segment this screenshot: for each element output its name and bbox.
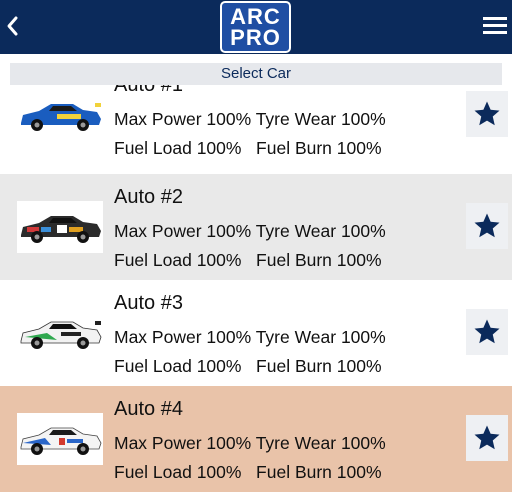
app-header: ARC PRO xyxy=(0,0,512,54)
race-car-icon xyxy=(20,427,102,455)
race-car-icon xyxy=(21,216,101,243)
car-thumbnail xyxy=(17,89,103,141)
star-icon xyxy=(474,213,500,238)
car-name: Auto #2 xyxy=(114,186,183,208)
logo-text-bottom: PRO xyxy=(230,25,281,50)
favorite-button[interactable] xyxy=(466,91,508,137)
car-stats-power-tyre: Max Power 100% Tyre Wear 100% xyxy=(114,109,386,129)
car-stats-power-tyre: Max Power 100% Tyre Wear 100% xyxy=(114,221,386,241)
favorite-button[interactable] xyxy=(466,309,508,355)
car-thumbnail xyxy=(17,307,103,359)
car-stats-fuel: Fuel Load 100% Fuel Burn 100% xyxy=(114,250,382,270)
car-stats-fuel: Fuel Load 100% Fuel Burn 100% xyxy=(114,138,382,158)
car-thumbnail xyxy=(17,201,103,253)
star-icon xyxy=(474,101,500,126)
menu-button[interactable] xyxy=(483,15,507,37)
logo-text-top: ARC xyxy=(230,4,281,29)
car-row-4[interactable]: Auto #4 Max Power 100% Tyre Wear 100% Fu… xyxy=(0,386,512,492)
back-button[interactable] xyxy=(2,12,22,40)
car-name: Auto #4 xyxy=(114,398,183,420)
chevron-left-icon xyxy=(7,16,18,36)
favorite-button[interactable] xyxy=(466,203,508,249)
car-stats-power-tyre: Max Power 100% Tyre Wear 100% xyxy=(114,327,386,347)
car-list[interactable]: Auto #1 Max Power 100% Tyre Wear 100% Fu… xyxy=(0,68,512,492)
car-row-3[interactable]: Auto #3 Max Power 100% Tyre Wear 100% Fu… xyxy=(0,280,512,386)
car-thumbnail xyxy=(17,413,103,465)
car-row-2[interactable]: Auto #2 Max Power 100% Tyre Wear 100% Fu… xyxy=(0,174,512,280)
favorite-button[interactable] xyxy=(466,415,508,461)
car-stats-power-tyre: Max Power 100% Tyre Wear 100% xyxy=(114,433,386,453)
star-icon xyxy=(474,319,500,344)
race-car-icon xyxy=(20,321,102,349)
star-icon xyxy=(474,425,500,450)
race-car-icon xyxy=(21,103,101,131)
car-stats-fuel: Fuel Load 100% Fuel Burn 100% xyxy=(114,462,382,482)
arc-pro-logo: ARC PRO xyxy=(220,1,291,53)
car-stats-fuel: Fuel Load 100% Fuel Burn 100% xyxy=(114,356,382,376)
select-car-bar: Select Car xyxy=(10,63,502,85)
car-name: Auto #3 xyxy=(114,292,183,314)
